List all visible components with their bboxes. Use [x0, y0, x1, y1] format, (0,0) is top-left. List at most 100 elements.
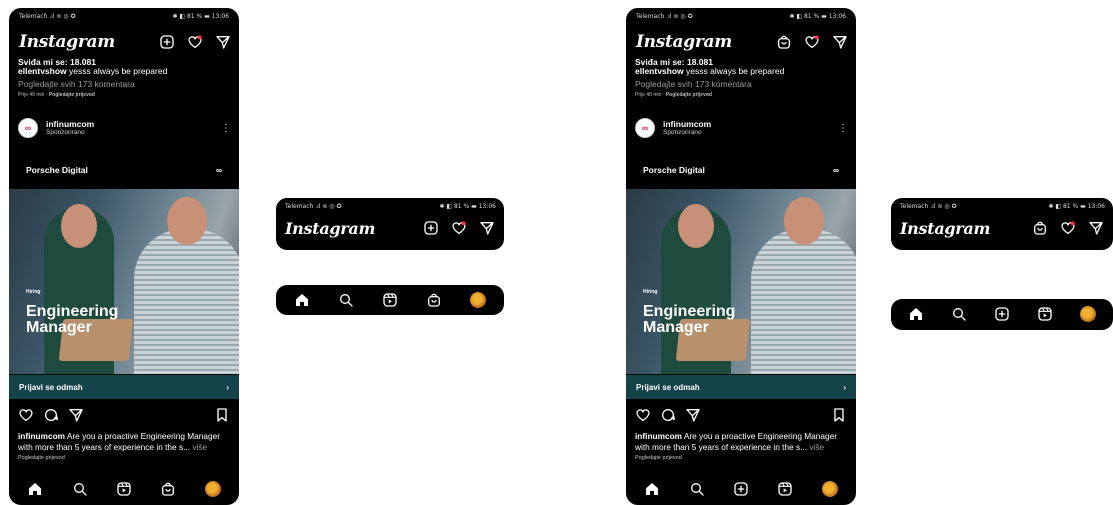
share-send-icon[interactable] — [68, 407, 84, 423]
chevron-right-icon: › — [226, 382, 229, 392]
plus-square-icon[interactable] — [994, 306, 1010, 322]
like-heart-icon[interactable] — [635, 407, 651, 423]
instagram-logo[interactable]: Instagram — [900, 219, 1032, 238]
chevron-right-icon: › — [843, 382, 846, 392]
caption-translate-link[interactable]: Pogledajte prijevod — [635, 453, 848, 464]
phone-screen-variant-b: Telemach .ıl ≋ ◎ ✪ ✱ ◧ 81 % ▬ 13:06 Inst… — [626, 8, 856, 505]
advertiser-avatar[interactable]: ∞ — [18, 118, 38, 138]
instagram-logo[interactable]: Instagram — [636, 32, 776, 52]
tabbar-detail-variant-b — [891, 299, 1113, 330]
search-icon[interactable] — [72, 481, 88, 497]
home-icon[interactable] — [27, 481, 43, 497]
like-heart-icon[interactable] — [18, 407, 34, 423]
view-comments-link[interactable]: Pogledajte svih 173 komentara — [18, 78, 231, 91]
header-detail-variant-b: Telemach .ıl ≋ ◎ ✪ ✱ ◧ 81 % ▬ 13:06 Inst… — [891, 198, 1113, 250]
app-header: Instagram — [19, 30, 231, 54]
send-icon[interactable] — [832, 34, 848, 50]
home-icon[interactable] — [908, 306, 924, 322]
likes-count: Sviđa mi se: 18.081 — [635, 58, 713, 65]
status-right: ✱ ◧ 81 % ▬ 13:06 — [172, 12, 229, 20]
instagram-logo[interactable]: Instagram — [285, 219, 423, 238]
comment-icon[interactable] — [43, 407, 59, 423]
comment-user[interactable]: ellentvshow — [18, 66, 67, 76]
search-icon[interactable] — [689, 481, 705, 497]
translate-link[interactable]: Pogledajte prijevod — [666, 92, 712, 98]
home-icon[interactable] — [644, 481, 660, 497]
caption-body: infinumcom Are you a proactive Engineeri… — [18, 431, 231, 453]
caption-more-link[interactable]: više — [807, 442, 824, 452]
view-comments-link[interactable]: Pogledajte svih 173 komentara — [635, 78, 848, 91]
ad-title-line-1: Engineering — [26, 303, 119, 320]
shop-bag-icon[interactable] — [160, 481, 176, 497]
search-icon[interactable] — [951, 306, 967, 322]
profile-avatar[interactable] — [1079, 306, 1096, 322]
post-caption: infinumcom Are you a proactive Engineeri… — [635, 431, 848, 464]
reels-icon[interactable] — [382, 292, 398, 308]
caption-user[interactable]: infinumcom — [635, 431, 682, 441]
brand-logo-icon: ∞ — [215, 165, 222, 175]
profile-avatar[interactable] — [821, 481, 838, 497]
previous-post-footer: Sviđa mi se: 18.081 ellentvshow yesss al… — [18, 58, 231, 99]
heart-icon[interactable] — [1060, 220, 1076, 236]
status-right: ✱ ◧ 81 % ▬ 13:06 — [789, 12, 846, 20]
sponsored-label: Sponzorirano — [663, 129, 702, 136]
caption-more-link[interactable]: više — [190, 442, 207, 452]
comment-icon[interactable] — [660, 407, 676, 423]
translate-link[interactable]: Pogledajte prijevod — [49, 92, 95, 98]
post-actions — [18, 407, 230, 423]
reels-icon[interactable] — [777, 481, 793, 497]
heart-icon[interactable] — [451, 220, 467, 236]
comment-user[interactable]: ellentvshow — [635, 66, 684, 76]
heart-icon[interactable] — [804, 34, 820, 50]
share-send-icon[interactable] — [685, 407, 701, 423]
post-actions — [635, 407, 847, 423]
bookmark-icon[interactable] — [831, 407, 847, 423]
profile-avatar[interactable] — [470, 292, 486, 308]
status-right: ✱ ◧ 81 % ▬ 13:06 — [1048, 202, 1105, 210]
send-icon[interactable] — [479, 220, 495, 236]
carrier-label: Telemach — [636, 12, 665, 20]
carrier-label: Telemach — [285, 202, 314, 210]
send-icon[interactable] — [215, 34, 231, 50]
more-options-icon[interactable]: ⋮ — [838, 123, 848, 134]
advertiser-name[interactable]: infinumcom — [663, 119, 838, 129]
apply-now-button[interactable]: Prijavi se odmah › — [9, 375, 239, 399]
shop-bag-icon[interactable] — [776, 34, 792, 50]
ad-creative[interactable]: Porsche Digital ∞ Hiring Engineering Manag… — [9, 160, 239, 380]
more-options-icon[interactable]: ⋮ — [221, 123, 231, 134]
app-header: Instagram — [900, 217, 1104, 239]
advertiser-avatar[interactable]: ∞ — [635, 118, 655, 138]
ad-title-line-2: Manager — [26, 319, 92, 336]
shop-bag-icon[interactable] — [1032, 220, 1048, 236]
reels-icon[interactable] — [116, 481, 132, 497]
caption-user[interactable]: infinumcom — [18, 431, 65, 441]
heart-icon[interactable] — [187, 34, 203, 50]
advertiser-name[interactable]: infinumcom — [46, 119, 221, 129]
bookmark-icon[interactable] — [214, 407, 230, 423]
caption-body: infinumcom Are you a proactive Engineeri… — [635, 431, 848, 453]
ad-brand: Porsche Digital — [26, 165, 88, 175]
shop-bag-icon[interactable] — [426, 292, 442, 308]
search-icon[interactable] — [338, 292, 354, 308]
apply-now-button[interactable]: Prijavi se odmah › — [626, 375, 856, 399]
likes-count: Sviđa mi se: 18.081 — [18, 58, 96, 65]
signal-icons: .ıl ≋ ◎ ✪ — [315, 202, 342, 210]
signal-icons: .ıl ≋ ◎ ✪ — [666, 12, 693, 20]
plus-square-icon[interactable] — [423, 220, 439, 236]
ad-title-line-2: Manager — [643, 319, 709, 336]
tabbar-detail-variant-a — [276, 285, 504, 315]
reels-icon[interactable] — [1037, 306, 1053, 322]
instagram-logo[interactable]: Instagram — [19, 32, 159, 52]
ad-creative[interactable]: Porsche Digital ∞ Hiring Engineering Manag… — [626, 160, 856, 380]
profile-avatar[interactable] — [204, 481, 221, 497]
caption-translate-link[interactable]: Pogledajte prijevod — [18, 453, 231, 464]
phone-screen-variant-a: Telemach .ıl ≋ ◎ ✪ ✱ ◧ 81 % ▬ 13:06 Inst… — [9, 8, 239, 505]
status-right: ✱ ◧ 81 % ▬ 13:06 — [439, 202, 496, 210]
home-icon[interactable] — [294, 292, 310, 308]
plus-square-icon[interactable] — [733, 481, 749, 497]
top-comment: ellentvshow yesss always be prepared — [635, 65, 848, 78]
sponsored-post-header: ∞ infinumcom Sponzorirano ⋮ — [18, 118, 231, 138]
send-icon[interactable] — [1088, 220, 1104, 236]
plus-square-icon[interactable] — [159, 34, 175, 50]
ad-brand-bar: Porsche Digital ∞ — [643, 165, 839, 175]
